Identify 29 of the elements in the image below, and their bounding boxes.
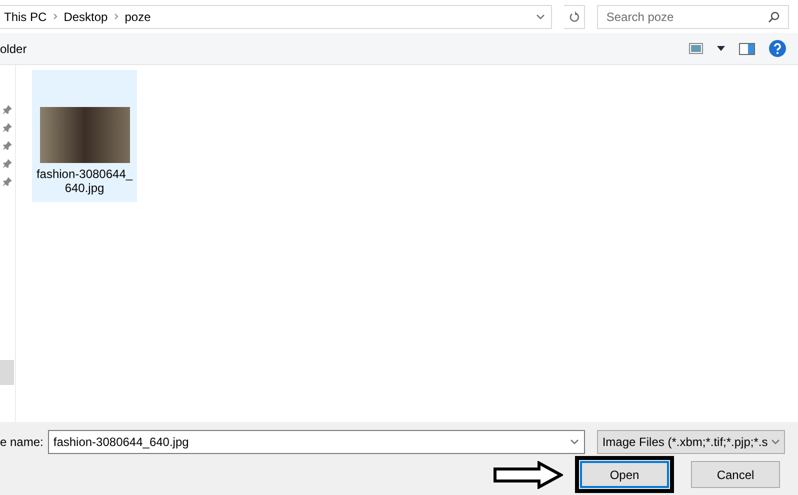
breadcrumb-item[interactable]: Desktop (64, 8, 108, 26)
breadcrumb-item[interactable]: poze (124, 8, 151, 26)
pin-icon[interactable] (3, 159, 12, 168)
dropdown-caret-icon[interactable] (570, 439, 580, 445)
refresh-icon[interactable] (568, 10, 580, 22)
pin-icon[interactable] (3, 123, 12, 132)
address-bar[interactable]: This PC Desktop poze (0, 4, 552, 28)
breadcrumb-item[interactable]: This PC (4, 8, 47, 26)
preview-pane-icon[interactable] (739, 42, 755, 54)
cancel-button[interactable]: Cancel (691, 461, 780, 488)
pin-icon[interactable] (3, 105, 12, 114)
file-name: fashion-3080644_640.jpg (35, 167, 134, 195)
search-field[interactable]: Search poze (597, 4, 789, 28)
file-name-label: e name: (0, 434, 44, 451)
dropdown-caret-icon[interactable] (536, 14, 546, 20)
scrollbar-thumb[interactable] (0, 360, 14, 385)
caret-icon[interactable] (717, 46, 725, 51)
pin-icon[interactable] (3, 141, 12, 150)
file-name-field[interactable]: fashion-3080644_640.jpg (48, 430, 586, 454)
pin-icon[interactable] (3, 177, 12, 186)
help-icon[interactable] (769, 40, 786, 57)
new-folder-button[interactable]: older (0, 40, 27, 58)
file-tile[interactable]: fashion-3080644_640.jpg (32, 70, 137, 202)
dropdown-caret-icon (771, 439, 780, 445)
open-button[interactable]: Open (580, 461, 669, 488)
search-icon (768, 10, 780, 22)
view-icon[interactable] (689, 43, 703, 54)
file-type-dropdown[interactable]: Image Files (*.xbm;*.tif;*.pjp;*.s (597, 430, 785, 454)
annotation-arrow-icon (493, 460, 563, 488)
